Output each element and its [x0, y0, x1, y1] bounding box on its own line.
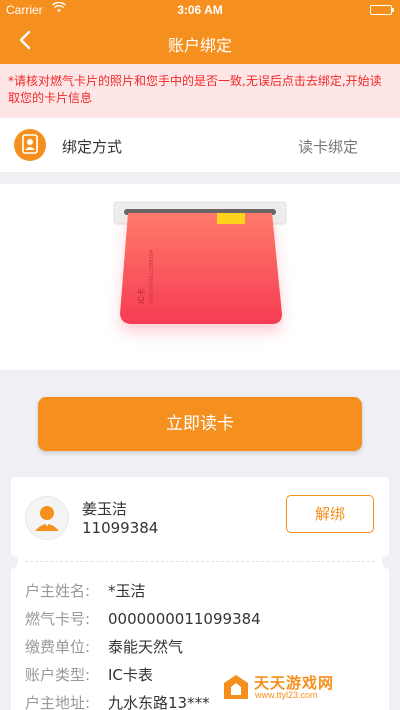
ticket-notch-right — [382, 555, 396, 569]
bind-method-row[interactable]: 绑定方式 读卡绑定 — [0, 118, 400, 172]
card-ic-text: IC卡 — [136, 288, 146, 304]
account-number: 11099384 — [82, 519, 159, 537]
status-bar: Carrier 3:06 AM — [0, 0, 400, 20]
user-circle-icon — [14, 129, 46, 161]
ticket-notch-left — [4, 555, 18, 569]
svg-text:00000000011099384: 00000000011099384 — [149, 250, 155, 304]
status-time: 3:06 AM — [177, 3, 223, 17]
info-row-owner: 户主姓名: *玉洁 — [25, 582, 146, 600]
account-name: 姜玉洁 — [82, 500, 128, 518]
bind-method-label: 绑定方式 — [62, 138, 123, 156]
watermark-url: www.ttyl23.com — [255, 690, 318, 700]
user-avatar-icon — [35, 506, 59, 531]
page-title: 账户绑定 — [167, 36, 232, 55]
card-illustration: IC卡 00000000011099384 — [0, 184, 400, 370]
divider — [25, 561, 375, 562]
nav-bar: Carrier 3:06 AM 账户绑定 — [0, 0, 400, 64]
watermark-logo-icon — [224, 675, 248, 699]
watermark: 天天游戏网 www.ttyl23.com — [222, 672, 382, 702]
info-row-payee: 缴费单位: 泰能天然气 — [25, 638, 184, 656]
unbind-button[interactable]: 解绑 — [286, 495, 374, 533]
battery-icon — [370, 5, 394, 15]
bind-method-value: 读卡绑定 — [297, 138, 358, 156]
info-row-card-number: 燃气卡号: 0000000011099384 — [25, 610, 261, 628]
notice-banner: *请核对燃气卡片的照片和您手中的是否一致,无误后点击去绑定,开始读取您的卡片信息 — [0, 64, 400, 118]
avatar — [25, 496, 69, 540]
read-card-button[interactable]: 立即读卡 — [38, 397, 362, 451]
